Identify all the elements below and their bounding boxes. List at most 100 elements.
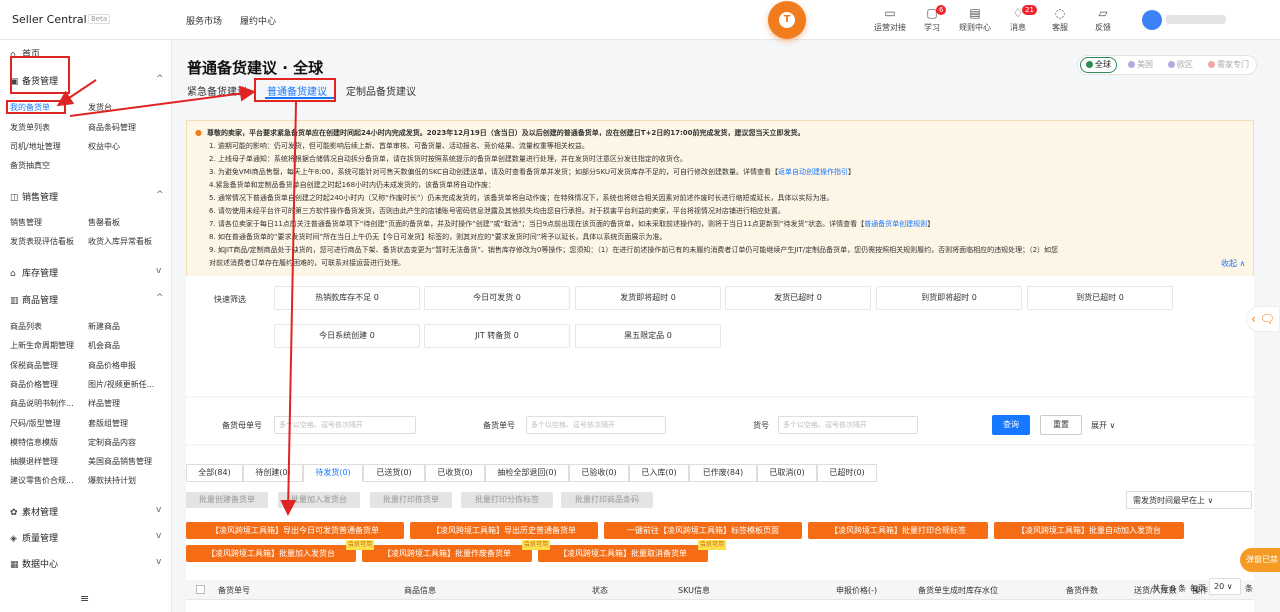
sidebar-item-goods-list[interactable]: 商品列表 <box>10 321 42 332</box>
sidebar-item-price-declare[interactable]: 商品价格申报 <box>88 360 136 371</box>
sidebar-item-price-manage[interactable]: 商品价格管理 <box>10 379 58 390</box>
avatar[interactable] <box>1142 10 1162 30</box>
batch-print-sort-button[interactable]: 批量打印分拣标签 <box>461 492 553 508</box>
sidebar-item-new-goods[interactable]: 新建商品 <box>88 321 120 332</box>
query-button[interactable]: 查询 <box>992 415 1030 435</box>
sidebar-item-us-sales[interactable]: 美国商品销售管理 <box>88 456 152 467</box>
status-tab-all[interactable]: 全部(84) <box>186 464 243 482</box>
sidebar-item-manual[interactable]: 商品说明书制作... <box>10 398 74 409</box>
filter-arrive-near-timeout[interactable]: 到货即将超时 0 <box>876 286 1022 310</box>
messages-button[interactable]: ♢ 21 消息 <box>998 5 1038 33</box>
tab-urgent-stock[interactable]: 紧急备货建议 <box>187 83 247 98</box>
sidebar-item-template-group[interactable]: 套版组管理 <box>88 418 128 429</box>
sidebar-section-goods[interactable]: ▥ 商品管理 <box>10 293 58 306</box>
expand-toggle[interactable]: 展开 ∨ <box>1091 420 1115 431</box>
sidebar-item-shipment-list[interactable]: 发货单列表 <box>10 122 50 133</box>
region-eu[interactable]: 欧区 <box>1168 59 1193 70</box>
filter-jit-to-stock[interactable]: JIT 转备货 0 <box>424 324 570 348</box>
learning-button[interactable]: ▢ 6 学习 <box>912 5 952 33</box>
normal-stock-rule-link[interactable]: 普通备货单创建规则 <box>864 220 927 228</box>
chevron-up-icon[interactable]: ^ <box>156 190 164 200</box>
filter-ship-near-timeout[interactable]: 发货即将超时 0 <box>575 286 721 310</box>
order-no-input[interactable]: 多个以空格、逗号依次隔开 <box>526 416 666 434</box>
status-tab-to-create[interactable]: 待创建(0) <box>243 464 303 482</box>
batch-print-barcode-button[interactable]: 批量打印商品条码 <box>561 492 653 508</box>
export-today-button[interactable]: 【凌风跨境工具箱】导出今日可发货普通备货单 <box>186 522 404 539</box>
label-template-button[interactable]: 一键前往【凌风跨境工具箱】标签模板页面 <box>604 522 802 539</box>
sidebar-item-driver[interactable]: 司机/地址管理 <box>10 141 61 152</box>
account-name[interactable] <box>1166 15 1226 24</box>
sidebar-item-opportunity[interactable]: 机会商品 <box>88 340 120 351</box>
batch-create-button[interactable]: 批量创建备货单 <box>186 492 268 508</box>
status-tab-cancelled[interactable]: 已取消(0) <box>757 464 817 482</box>
batch-void-button[interactable]: 【凌风跨境工具箱】批量作废备货单 <box>362 545 532 562</box>
sidebar-section-sales[interactable]: ◫ 销售管理 <box>10 190 58 203</box>
sidebar-item-receive-abnormal[interactable]: 收货入库异常看板 <box>88 236 152 247</box>
sidebar-item-lifecycle[interactable]: 上新生命周期管理 <box>10 340 74 351</box>
sidebar-section-inventory[interactable]: ⌂ 库存管理 <box>10 266 58 279</box>
customer-service-button[interactable]: ◌ 客服 <box>1040 6 1080 33</box>
side-chat-icon[interactable]: ‹ 🗨 <box>1246 306 1280 332</box>
sidebar-item-model-info[interactable]: 模特信息模版 <box>10 437 58 448</box>
status-tab-accepted[interactable]: 已验收(0) <box>569 464 629 482</box>
reset-button[interactable]: 重置 <box>1040 415 1082 435</box>
sidebar-item-barcode[interactable]: 商品条码管理 <box>88 122 136 133</box>
rules-center-button[interactable]: ▤ 规则中心 <box>955 6 995 33</box>
status-tab-timeout[interactable]: 已超时(0) <box>817 464 877 482</box>
brand-name[interactable]: Seller Central <box>12 13 87 26</box>
status-tab-to-ship[interactable]: 待发货(0) <box>303 464 363 482</box>
sidebar-section-data[interactable]: ▦ 数据中心 <box>10 557 58 570</box>
batch-add-desk-button[interactable]: 批量加入发货台 <box>278 492 360 508</box>
chevron-down-icon[interactable]: v <box>156 266 161 276</box>
chevron-down-icon[interactable]: v <box>156 557 161 567</box>
nav-service-market[interactable]: 服务市场 <box>186 14 222 27</box>
filter-arrive-timeout[interactable]: 到货已超时 0 <box>1027 286 1173 310</box>
collapse-notice-link[interactable]: 收起 ∧ <box>1221 258 1245 269</box>
region-global[interactable]: 全球 <box>1080 57 1117 73</box>
print-compliance-button[interactable]: 【凌风跨境工具箱】批量打印合规标签 <box>808 522 988 539</box>
filter-today-system-created[interactable]: 今日系统创建 0 <box>274 324 420 348</box>
sidebar-item-custom-content[interactable]: 定制商品内容 <box>88 437 136 448</box>
sidebar-item-bonded[interactable]: 保税商品管理 <box>10 360 58 371</box>
batch-print-pick-button[interactable]: 批量打印拣货单 <box>370 492 452 508</box>
sidebar-item-media-update[interactable]: 图片/视频更新任... <box>88 379 154 390</box>
batch-add-desk-tool-button[interactable]: 【凌风跨境工具箱】批量加入发货台 <box>186 545 356 562</box>
nav-fulfillment-center[interactable]: 履约中心 <box>240 14 276 27</box>
sidebar-item-sample-return[interactable]: 抽膜退样管理 <box>10 456 58 467</box>
sidebar-item-vacuum[interactable]: 备货抽真空 <box>10 160 50 171</box>
filter-ship-timeout[interactable]: 发货已超时 0 <box>725 286 871 310</box>
chevron-up-icon[interactable]: ^ <box>156 293 164 303</box>
collapse-menu-icon[interactable]: ≡ <box>80 592 89 605</box>
filter-hot-low-stock[interactable]: 热销款库存不足 0 <box>274 286 420 310</box>
export-history-button[interactable]: 【凌风跨境工具箱】导出历史普通备货单 <box>410 522 598 539</box>
region-other[interactable]: 需家专门 <box>1208 59 1249 70</box>
popup-disabled-badge[interactable]: 弹窗已禁 <box>1240 548 1280 572</box>
sidebar-item-soldout-board[interactable]: 售罄看板 <box>88 217 120 228</box>
sidebar-item-shipping-desk[interactable]: 发货台 <box>88 102 112 113</box>
auto-add-desk-button[interactable]: 【凌风跨境工具箱】批量自动加入发货台 <box>994 522 1184 539</box>
batch-cancel-button[interactable]: 【凌风跨境工具箱】批量取消备货单 <box>538 545 708 562</box>
page-size-select[interactable]: 20 ∨ <box>1209 578 1241 595</box>
status-tab-returned[interactable]: 抽检全部退回(0) <box>485 464 569 482</box>
auto-return-guide-link[interactable]: 返单自动创建操作指引 <box>778 168 848 176</box>
select-all-checkbox[interactable] <box>196 585 205 594</box>
feedback-button[interactable]: ▱ 反馈 <box>1083 6 1123 33</box>
sort-select[interactable]: 需发货时间最早在上 ∨ <box>1126 491 1252 509</box>
sidebar-item-sales-manage[interactable]: 销售管理 <box>10 217 42 228</box>
filter-black-friday[interactable]: 黑五限定品 0 <box>575 324 721 348</box>
sidebar-item-benefits[interactable]: 权益中心 <box>88 141 120 152</box>
chevron-up-icon[interactable]: ^ <box>156 74 164 84</box>
chevron-down-icon[interactable]: v <box>156 505 161 515</box>
sku-code-input[interactable]: 多个以空格、逗号依次隔开 <box>778 416 918 434</box>
sidebar-item-hot-support[interactable]: 爆款扶持计划 <box>88 475 136 486</box>
sidebar-item-msrp[interactable]: 建议零售价合规... <box>10 475 74 486</box>
status-tab-voided[interactable]: 已作废(84) <box>689 464 757 482</box>
status-tab-delivered[interactable]: 已送货(0) <box>363 464 425 482</box>
sidebar-section-material[interactable]: ✿ 素材管理 <box>10 505 58 518</box>
sidebar-item-ship-perf[interactable]: 发货表现评估看板 <box>10 236 74 247</box>
tab-custom-stock[interactable]: 定制品备货建议 <box>346 83 416 98</box>
parent-order-input[interactable]: 多个以空格、逗号依次隔开 <box>274 416 416 434</box>
ops-contact-button[interactable]: ▭ 运营对接 <box>870 6 910 33</box>
status-tab-received[interactable]: 已收货(0) <box>425 464 485 482</box>
sidebar-item-samples[interactable]: 样品管理 <box>88 398 120 409</box>
